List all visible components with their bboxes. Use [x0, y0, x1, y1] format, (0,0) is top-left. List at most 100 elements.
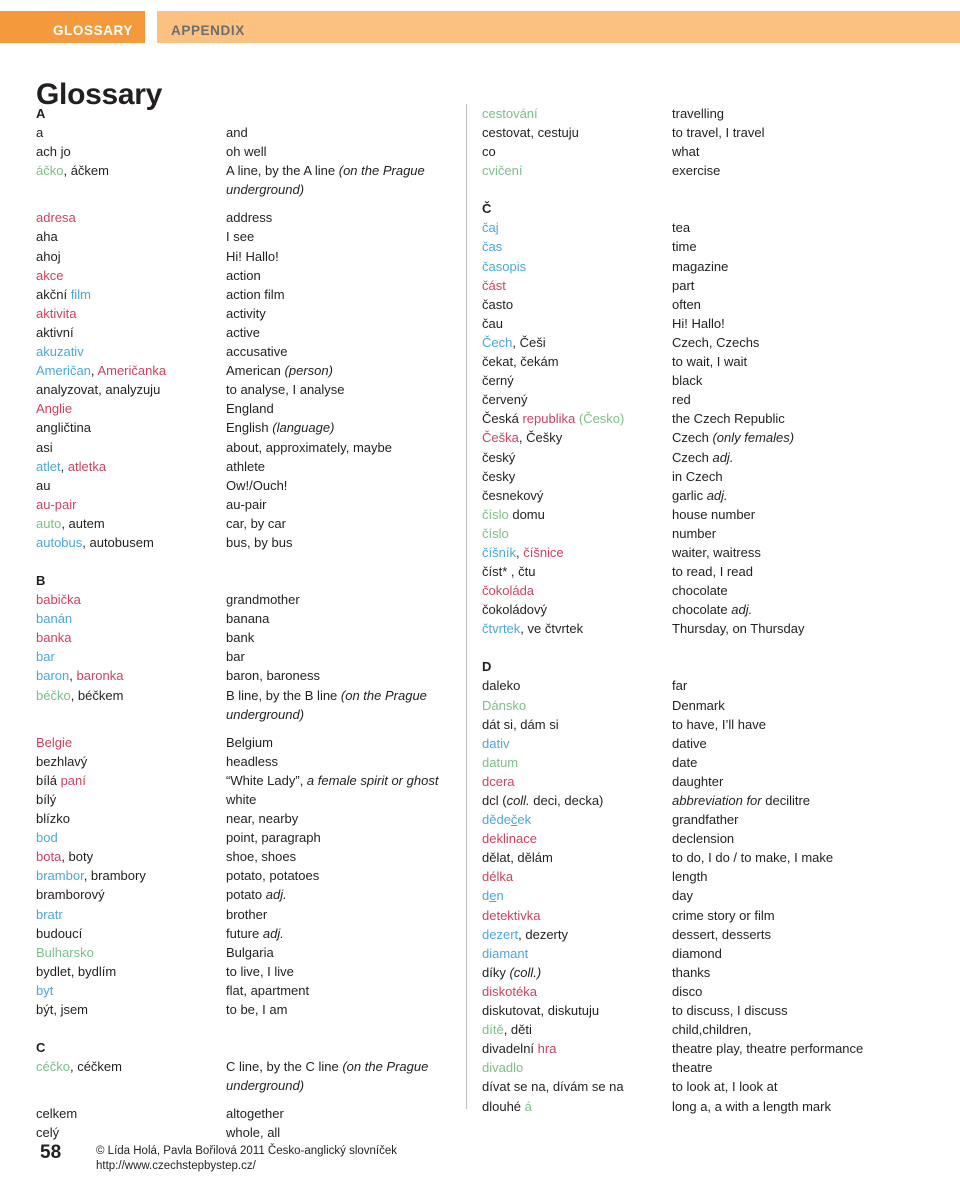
glossary-entry: čekat, čekám to wait, I wait [482, 352, 912, 371]
entry-definition: dative [672, 735, 707, 751]
glossary-entry: daleko far [482, 676, 912, 695]
entry-term: auto, autem [36, 515, 105, 531]
glossary-entry: analyzovat, analyzuju to analyse, I analy… [36, 380, 466, 399]
entry-term: angličtina [36, 420, 91, 436]
entry-definition: to do, I do / to make, I make [672, 850, 834, 866]
glossary-entry: áčko, áčkem A line, by the A line (on the… [36, 161, 466, 199]
entry-definition: tea [672, 220, 691, 236]
entry-definition: Denmark [672, 697, 725, 713]
copyright-line: © Lída Holá, Pavla Bořilová 2011 Česko-a… [96, 1145, 398, 1157]
entry-definition: A line, by the A line (on the Prague und… [226, 163, 425, 198]
entry-term: baron, baronka [36, 668, 124, 684]
entry-definition: date [672, 754, 698, 770]
entry-definition: potato adj. [226, 887, 287, 903]
entry-spacer [36, 199, 466, 208]
entry-term: babička [36, 592, 81, 608]
entry-term: blízko [36, 811, 70, 827]
glossary-entry: bílý white [36, 790, 466, 809]
glossary-entry: deklinace declension [482, 829, 912, 848]
entry-term: dezert, dezerty [482, 926, 568, 942]
entry-definition: waiter, waitress [672, 544, 761, 560]
entry-term: čtvrtek, ve čtvrtek [482, 621, 584, 637]
page-header-bar: GLOSSARY APPENDIX [0, 11, 960, 43]
entry-term: čau [482, 315, 503, 331]
entry-term: čas [482, 239, 503, 255]
glossary-entry: au-pair au-pair [36, 495, 466, 514]
entry-term: Česká republika (Česko) [482, 411, 625, 427]
glossary-entry: béčko, béčkem B line, by the B line (on t… [36, 686, 466, 724]
entry-definition: altogether [226, 1106, 284, 1122]
entry-definition: long a, a with a length mark [672, 1098, 831, 1114]
entry-definition: dessert, desserts [672, 926, 771, 942]
entry-definition: declension [672, 831, 735, 847]
glossary-entry: dlouhé á long a, a with a length mark [482, 1097, 912, 1116]
letter-heading: Č [482, 201, 492, 217]
entry-definition: point, paragraph [226, 830, 321, 846]
appendix-band-label: APPENDIX [171, 23, 245, 38]
glossary-entry: divadlo theatre [482, 1058, 912, 1077]
glossary-entry: banán banana [36, 609, 466, 628]
glossary-entry: aktivita activity [36, 304, 466, 323]
entry-definition: headless [226, 753, 279, 769]
entry-term: délka [482, 869, 514, 885]
glossary-entry: Anglie England [36, 399, 466, 418]
glossary-entry: cestování travelling [482, 104, 912, 123]
entry-term: deklinace [482, 831, 537, 847]
entry-definition: magazine [672, 258, 729, 274]
entry-definition: what [672, 144, 700, 160]
glossary-column-left: Aa and ach jo oh well áčko, áčkem A line, by … [36, 104, 466, 1143]
glossary-entry: byt flat, apartment [36, 981, 466, 1000]
entry-term: celkem [36, 1106, 78, 1122]
entry-definition: Czech adj. [672, 449, 734, 465]
glossary-entry: bramborový potato adj. [36, 885, 466, 904]
entry-definition: near, nearby [226, 811, 299, 827]
source-url[interactable]: http://www.czechstepbystep.cz/ [96, 1159, 397, 1174]
entry-definition: to read, I read [672, 564, 753, 580]
glossary-entry: červený red [482, 390, 912, 409]
entry-definition: garlic adj. [672, 487, 728, 503]
glossary-band-label: GLOSSARY [52, 23, 133, 38]
glossary-entry: Česká republika (Česko) the Czech Republi… [482, 409, 912, 428]
entry-definition: address [226, 210, 273, 226]
entry-term: divadelní hra [482, 1041, 557, 1057]
entry-term: černý [482, 373, 514, 389]
entry-definition: to travel, I travel [672, 125, 765, 141]
glossary-entry: Dánsko Denmark [482, 696, 912, 715]
entry-term: den [482, 888, 504, 904]
entry-term: Bulharsko [36, 944, 94, 960]
entry-definition: Hi! Hallo! [226, 248, 279, 264]
glossary-entry: diskutovat, diskutuju to discuss, I discu… [482, 1001, 912, 1020]
entry-definition: B line, by the B line (on the Prague und… [226, 687, 427, 722]
glossary-entry: bílá paní “White Lady”, a female spirit o… [36, 771, 466, 790]
glossary-columns: Aa and ach jo oh well áčko, áčkem A line, by … [0, 104, 960, 1140]
entry-term: Anglie [36, 401, 73, 417]
entry-term: česnekový [482, 487, 544, 503]
glossary-entry: atlet, atletka athlete [36, 457, 466, 476]
glossary-entry: blízko near, nearby [36, 809, 466, 828]
entry-term: céčko, céčkem [36, 1059, 122, 1075]
glossary-entry: díky (coll.) thanks [482, 963, 912, 982]
entry-definition: bar [226, 649, 245, 665]
entry-definition: theatre [672, 1060, 713, 1076]
glossary-entry: céčko, céčkem C line, by the C line (on t… [36, 1057, 466, 1095]
copyright-credit: © Lída Holá, Pavla Bořilová 2011 Česko-a… [96, 1144, 397, 1174]
entry-term: diskutovat, diskutuju [482, 1003, 600, 1019]
entry-term: béčko, béčkem [36, 687, 124, 703]
entry-term: Belgie [36, 734, 73, 750]
entry-term: diamant [482, 945, 529, 961]
glossary-entry: být, jsem to be, I am [36, 1000, 466, 1019]
glossary-entry: diskotéka disco [482, 982, 912, 1001]
entry-term: bílý [36, 792, 57, 807]
entry-definition: travelling [672, 106, 725, 121]
glossary-entry: baron, baronka baron, baroness [36, 666, 466, 685]
glossary-entry: den day [482, 886, 912, 905]
entry-definition: au-pair [226, 496, 267, 512]
entry-term: cvičení [482, 163, 523, 179]
entry-term: detektivka [482, 907, 541, 923]
entry-definition: Bulgaria [226, 944, 274, 960]
entry-term: a [36, 125, 44, 140]
glossary-band: GLOSSARY [0, 11, 145, 43]
entry-definition: action film [226, 286, 285, 302]
entry-definition: to look at, I look at [672, 1079, 778, 1095]
glossary-entry: číšník, číšnice waiter, waitress [482, 543, 912, 562]
